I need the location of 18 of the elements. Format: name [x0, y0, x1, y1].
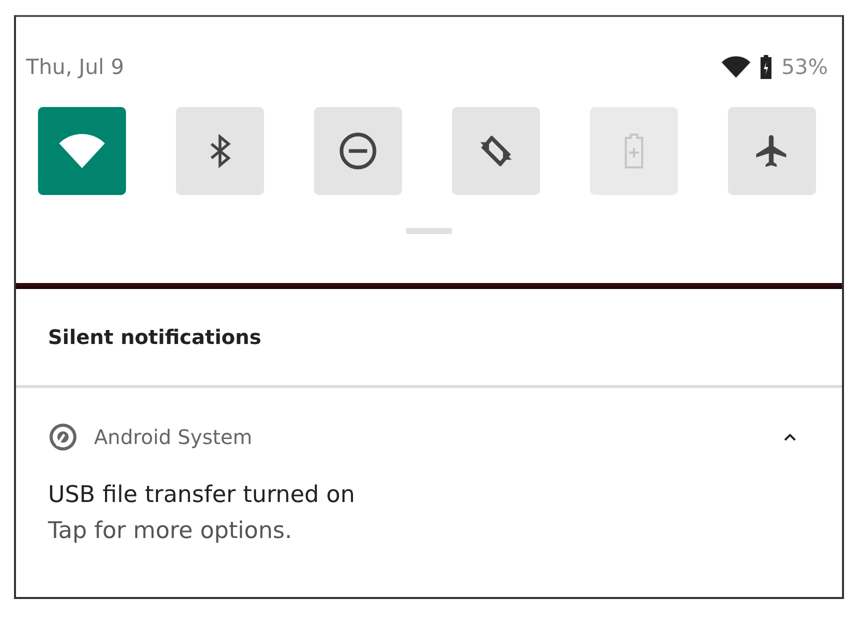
app-name: Android System: [94, 425, 254, 449]
battery-percentage: 53%: [781, 55, 828, 79]
date-text: Thu, Jul 9: [26, 55, 124, 79]
battery-icon: [759, 55, 774, 79]
android-system-icon: [48, 422, 78, 452]
notification-text: Tap for more options.: [48, 518, 294, 544]
section-header: Silent notifications: [16, 289, 842, 388]
quick-setting-tile[interactable]: [314, 107, 402, 195]
quick-setting-tile[interactable]: [728, 107, 816, 195]
drag-handle[interactable]: [406, 228, 452, 234]
battery-icon: [623, 133, 645, 169]
wifi-icon: [721, 55, 752, 79]
quick-setting-tile[interactable]: [38, 107, 126, 195]
wifi-icon: [59, 132, 105, 170]
quick-setting-tile[interactable]: [176, 107, 264, 195]
chevron-icon: [784, 433, 796, 441]
notification-title: USB file transfer turned on: [48, 482, 356, 508]
quick-setting-tile[interactable]: [452, 107, 540, 195]
